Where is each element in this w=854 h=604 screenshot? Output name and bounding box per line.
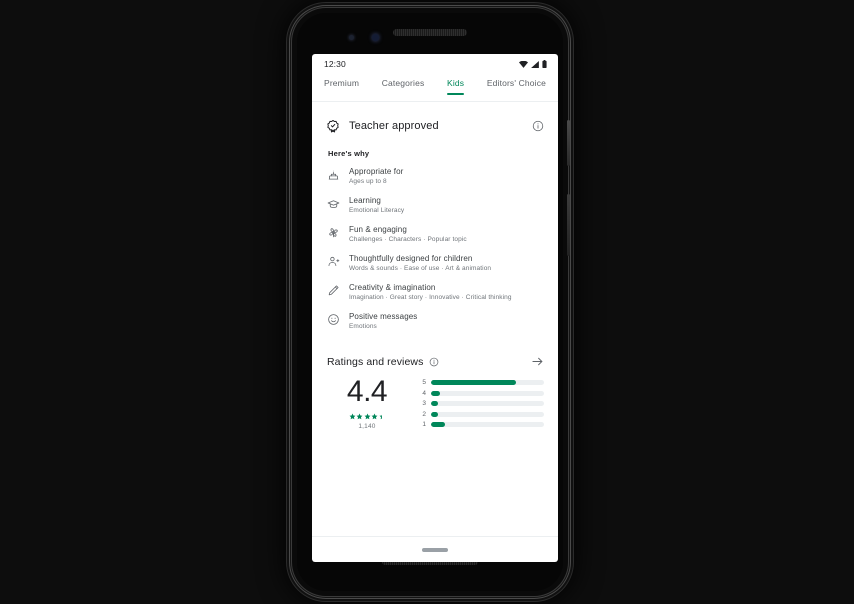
- average-score-block: 4.4 1,140: [327, 375, 407, 431]
- list-item-sub: Imagination · Great story · Innovative ·…: [349, 294, 512, 301]
- histogram-fill: [431, 390, 441, 396]
- histogram-fill: [431, 422, 445, 427]
- list-item-label: Creativity & imagination: [349, 283, 436, 292]
- list-item-text: Creativity & imagination Imagination · G…: [349, 283, 512, 301]
- list-item-text: Fun & engaging Challenges · Characters ·…: [349, 225, 467, 243]
- histogram-star-label: 5: [422, 379, 426, 386]
- phone-device-frame: 12:30 Premium Categories Kids Editors' C…: [292, 8, 570, 596]
- list-item-sub: Emotions: [349, 323, 377, 330]
- proximity-sensor: [349, 35, 354, 40]
- list-item-text: Appropriate for Ages up to 8: [349, 167, 403, 185]
- histogram-fill: [431, 411, 438, 417]
- earpiece-speaker-grille: [393, 29, 467, 36]
- heres-why-list: Appropriate for Ages up to 8 Learning Em…: [312, 158, 558, 330]
- list-item: Fun & engaging Challenges · Characters ·…: [327, 225, 544, 243]
- status-bar: 12:30: [312, 54, 558, 74]
- graduation-cap-icon: [327, 196, 340, 214]
- cake-icon: [327, 167, 340, 185]
- system-navigation-bar: [312, 536, 558, 562]
- home-gesture-pill[interactable]: [422, 547, 448, 552]
- smiley-face-icon: [327, 312, 340, 330]
- list-item-label: Appropriate for: [349, 167, 404, 176]
- battery-icon: [542, 60, 547, 68]
- histogram-row: 3: [421, 400, 544, 407]
- star-icon: [349, 413, 356, 420]
- front-camera-lens: [372, 34, 379, 41]
- tab-kids[interactable]: Kids: [447, 78, 465, 95]
- ratings-summary: 4.4 1,140 5 4 3 2 1: [312, 368, 558, 430]
- histogram-track: [431, 401, 544, 406]
- tab-categories[interactable]: Categories: [382, 78, 425, 95]
- star-rating-display: [349, 413, 386, 420]
- list-item-text: Thoughtfully designed for children Words…: [349, 254, 491, 272]
- histogram-star-label: 4: [422, 389, 426, 397]
- list-item: Positive messages Emotions: [327, 312, 544, 330]
- info-circle-icon[interactable]: [429, 357, 439, 367]
- list-item-label: Thoughtfully designed for children: [349, 254, 473, 263]
- list-item-label: Fun & engaging: [349, 225, 407, 234]
- list-item: Thoughtfully designed for children Words…: [327, 254, 544, 272]
- review-count: 1,140: [358, 423, 376, 430]
- histogram-track: [431, 380, 544, 385]
- tab-editors-choice[interactable]: Editors' Choice: [487, 78, 546, 95]
- pencil-icon: [327, 283, 340, 301]
- status-bar-icons: [519, 60, 547, 68]
- histogram-star-label: 2: [422, 410, 426, 418]
- app-detail-content: Teacher approved Here's why Appropriate …: [312, 102, 558, 536]
- teacher-approved-title: Teacher approved: [349, 120, 439, 132]
- phone-screen: 12:30 Premium Categories Kids Editors' C…: [312, 54, 558, 562]
- list-item-label: Positive messages: [349, 312, 418, 321]
- list-item: Creativity & imagination Imagination · G…: [327, 283, 544, 301]
- category-tab-bar[interactable]: Premium Categories Kids Editors' Choice: [312, 74, 558, 102]
- person-add-icon: [327, 254, 340, 272]
- histogram-row: 5: [421, 379, 544, 386]
- histogram-row: 1: [421, 421, 544, 428]
- list-item-text: Learning Emotional Literacy: [349, 196, 404, 214]
- info-circle-icon[interactable]: [532, 120, 544, 132]
- histogram-row: 4: [421, 390, 544, 397]
- screenshot-stage: 12:30 Premium Categories Kids Editors' C…: [0, 0, 854, 604]
- power-button[interactable]: [567, 120, 570, 166]
- list-item: Appropriate for Ages up to 8: [327, 167, 544, 185]
- cellular-signal-icon: [531, 60, 539, 68]
- star-icon: [371, 413, 378, 420]
- histogram-track: [431, 411, 544, 417]
- histogram-star-label: 1: [422, 421, 426, 428]
- star-icon: [364, 413, 371, 420]
- list-item-label: Learning: [349, 196, 381, 205]
- list-item-sub: Ages up to 8: [349, 178, 387, 185]
- histogram-track: [431, 422, 544, 427]
- histogram-fill: [431, 380, 516, 385]
- rating-histogram: 5 4 3 2 1: [421, 375, 544, 430]
- teacher-approved-section: Teacher approved: [312, 102, 558, 133]
- ratings-title: Ratings and reviews: [327, 355, 424, 368]
- histogram-row: 2: [421, 411, 544, 418]
- ratings-and-reviews-header[interactable]: Ratings and reviews: [312, 341, 558, 368]
- list-item-sub: Words & sounds · Ease of use · Art & ani…: [349, 265, 492, 272]
- status-bar-clock: 12:30: [324, 59, 346, 69]
- pinwheel-toy-icon: [327, 225, 340, 243]
- wifi-icon: [519, 60, 528, 68]
- histogram-track: [431, 390, 544, 396]
- arrow-right-icon[interactable]: [531, 355, 544, 368]
- verified-badge-icon: [326, 119, 340, 133]
- heres-why-heading: Here's why: [328, 149, 370, 158]
- star-icon-partial: [379, 413, 386, 420]
- list-item: Learning Emotional Literacy: [327, 196, 544, 214]
- average-score-value: 4.4: [346, 375, 388, 408]
- list-item-sub: Challenges · Characters · Popular topic: [349, 236, 467, 243]
- star-icon: [356, 413, 363, 420]
- histogram-star-label: 3: [422, 400, 426, 407]
- tab-premium[interactable]: Premium: [324, 78, 359, 95]
- phone-bezel: 12:30 Premium Categories Kids Editors' C…: [297, 13, 563, 591]
- volume-button[interactable]: [567, 194, 570, 256]
- histogram-fill: [431, 401, 438, 406]
- list-item-sub: Emotional Literacy: [349, 207, 405, 214]
- list-item-text: Positive messages Emotions: [349, 312, 417, 330]
